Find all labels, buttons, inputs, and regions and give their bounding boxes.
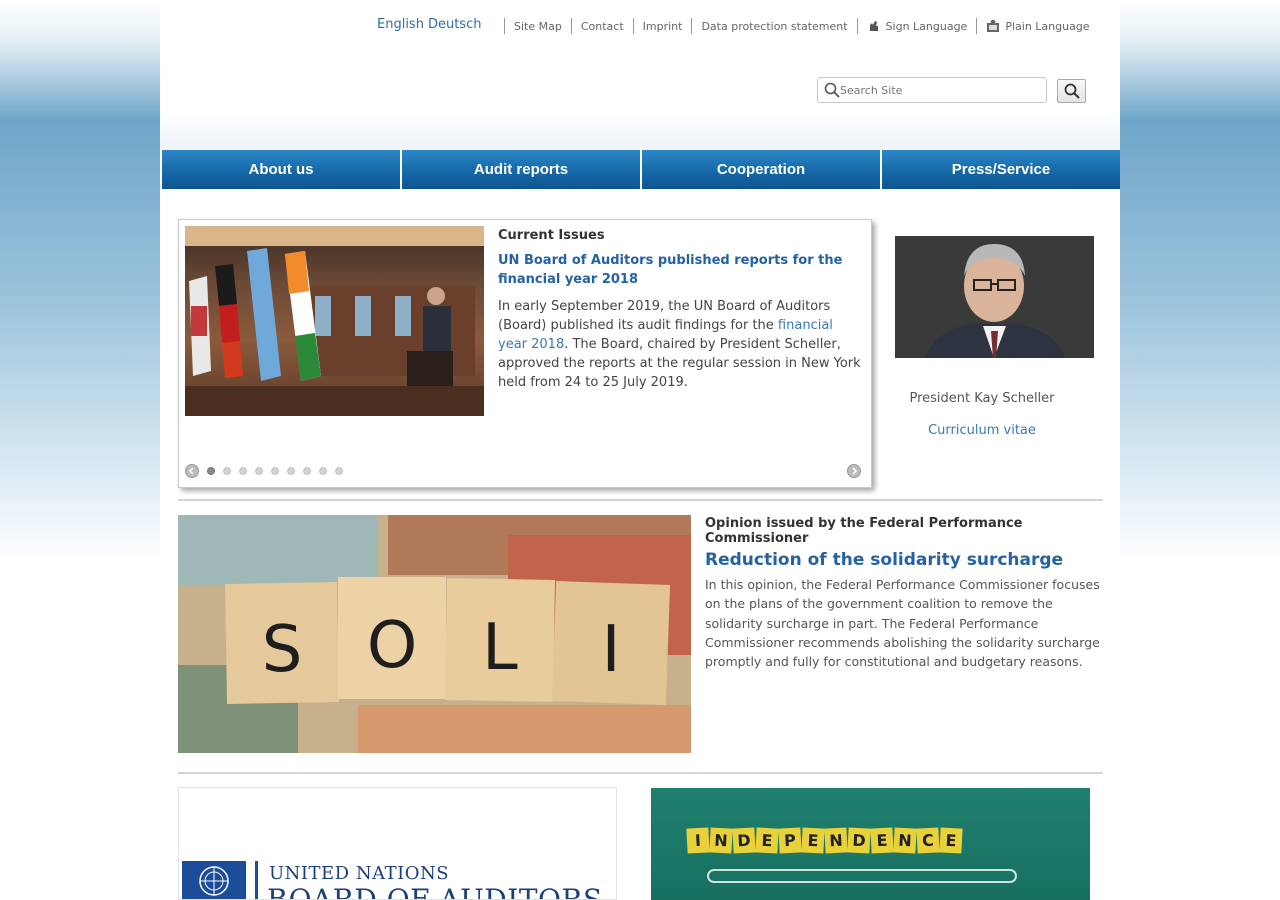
lang-deutsch[interactable]: Deutsch — [428, 17, 482, 32]
section-divider — [178, 772, 1103, 774]
divider — [570, 18, 572, 34]
plain-language-link[interactable]: Plain Language — [986, 19, 1090, 33]
un-emblem-icon — [182, 861, 246, 899]
slider-next-button[interactable] — [847, 464, 861, 478]
divider — [255, 861, 258, 899]
soli-tiles-image: S O L I — [178, 515, 691, 753]
letter-tile: N — [709, 827, 733, 854]
letter-tile: E — [870, 827, 894, 854]
slider-dot[interactable] — [303, 467, 311, 475]
lang-english[interactable]: English — [377, 17, 424, 32]
search-button[interactable] — [1057, 79, 1086, 103]
letter-tile: D — [847, 827, 871, 854]
un-banner-line2: BOARD OF AUDITORS — [267, 883, 603, 900]
slider-prev-button[interactable] — [185, 464, 199, 478]
un-board-of-auditors-banner[interactable]: UNITED NATIONS BOARD OF AUDITORS — [178, 787, 617, 900]
teaser-headline[interactable]: Reduction of the solidarity surcharge — [705, 550, 1105, 570]
search-input[interactable] — [840, 83, 1040, 97]
chalk-drawing — [707, 869, 1017, 883]
contact-link[interactable]: Contact — [581, 20, 624, 33]
slide-kicker: Current Issues — [498, 228, 605, 243]
nav-audit-reports[interactable]: Audit reports — [402, 150, 640, 189]
search-field — [817, 77, 1047, 103]
independence-banner[interactable]: INDEPENDENCE — [651, 788, 1090, 900]
slider-dot[interactable] — [255, 467, 263, 475]
chevron-left-icon — [188, 467, 194, 475]
sign-language-icon — [869, 21, 878, 31]
data-protection-link[interactable]: Data protection statement — [701, 20, 847, 33]
letter-tile: I — [686, 827, 710, 854]
slide-body: In early September 2019, the UN Board of… — [498, 297, 864, 392]
slider-dot[interactable] — [287, 467, 295, 475]
flags-podium-image — [185, 226, 484, 416]
letter-tile: P — [778, 827, 802, 854]
slider-dots — [207, 467, 351, 475]
slide-content: Current Issues UN Board of Auditors publ… — [498, 228, 864, 392]
nav-press-service[interactable]: Press/Service — [882, 150, 1120, 189]
divider — [632, 18, 634, 34]
slider-dot[interactable] — [271, 467, 279, 475]
tile-letter: S — [262, 613, 303, 687]
language-switcher: English Deutsch — [377, 17, 485, 32]
site-map-link[interactable]: Site Map — [514, 20, 562, 33]
tile-letter: I — [602, 613, 621, 687]
slider-dot[interactable] — [239, 467, 247, 475]
plain-language-label: Plain Language — [1005, 20, 1090, 33]
chevron-right-icon — [852, 467, 858, 475]
imprint-link[interactable]: Imprint — [643, 20, 683, 33]
letter-tile: C — [916, 827, 940, 854]
teaser-image[interactable]: S O L I — [178, 515, 691, 753]
sign-language-link[interactable]: Sign Language — [867, 19, 968, 33]
search-icon — [1064, 83, 1080, 99]
curriculum-vitae-link[interactable]: Curriculum vitae — [895, 423, 1069, 438]
un-banner-line1: UNITED NATIONS — [269, 863, 450, 884]
news-slider: Current Issues UN Board of Auditors publ… — [178, 219, 872, 488]
divider — [691, 18, 693, 34]
letter-tile: E — [939, 827, 963, 854]
divider — [504, 18, 505, 34]
letter-tile: N — [893, 827, 917, 854]
teaser-body: In this opinion, the Federal Performance… — [705, 577, 1100, 670]
slide-headline[interactable]: UN Board of Auditors published reports f… — [498, 251, 864, 289]
letter-tile: D — [732, 827, 756, 854]
nav-about-us[interactable]: About us — [162, 150, 400, 189]
divider — [976, 18, 978, 34]
sign-language-label: Sign Language — [885, 20, 968, 33]
slider-controls — [185, 463, 865, 479]
search-icon — [824, 82, 840, 98]
president-name: President Kay Scheller — [909, 391, 1055, 406]
letter-tile: E — [801, 827, 825, 854]
letter-tile: E — [755, 827, 779, 854]
header: English Deutsch Site Map Contact Imprint … — [160, 0, 1120, 150]
tile-letter: O — [367, 609, 417, 683]
main-navigation: About us Audit reports Cooperation Press… — [162, 150, 1120, 189]
president-portrait — [895, 236, 1094, 358]
slider-dot[interactable] — [319, 467, 327, 475]
president-photo[interactable] — [895, 236, 1094, 358]
independence-tiles: INDEPENDENCE — [686, 827, 963, 854]
teaser-kicker: Opinion issued by the Federal Performanc… — [705, 516, 1023, 546]
teaser-content: Opinion issued by the Federal Performanc… — [705, 516, 1105, 671]
utility-links: Site Map Contact Imprint Data protection… — [495, 18, 1090, 34]
section-divider — [178, 499, 1103, 501]
divider — [856, 18, 858, 34]
tile-letter: L — [482, 611, 518, 685]
slider-dot[interactable] — [207, 467, 215, 475]
slide-image[interactable] — [185, 226, 484, 416]
slider-dot[interactable] — [223, 467, 231, 475]
plain-language-icon — [987, 19, 1000, 32]
page: English Deutsch Site Map Contact Imprint … — [160, 0, 1120, 900]
slider-dot[interactable] — [335, 467, 343, 475]
nav-cooperation[interactable]: Cooperation — [642, 150, 880, 189]
utility-bar: English Deutsch Site Map Contact Imprint … — [160, 17, 1120, 35]
letter-tile: N — [824, 827, 848, 854]
